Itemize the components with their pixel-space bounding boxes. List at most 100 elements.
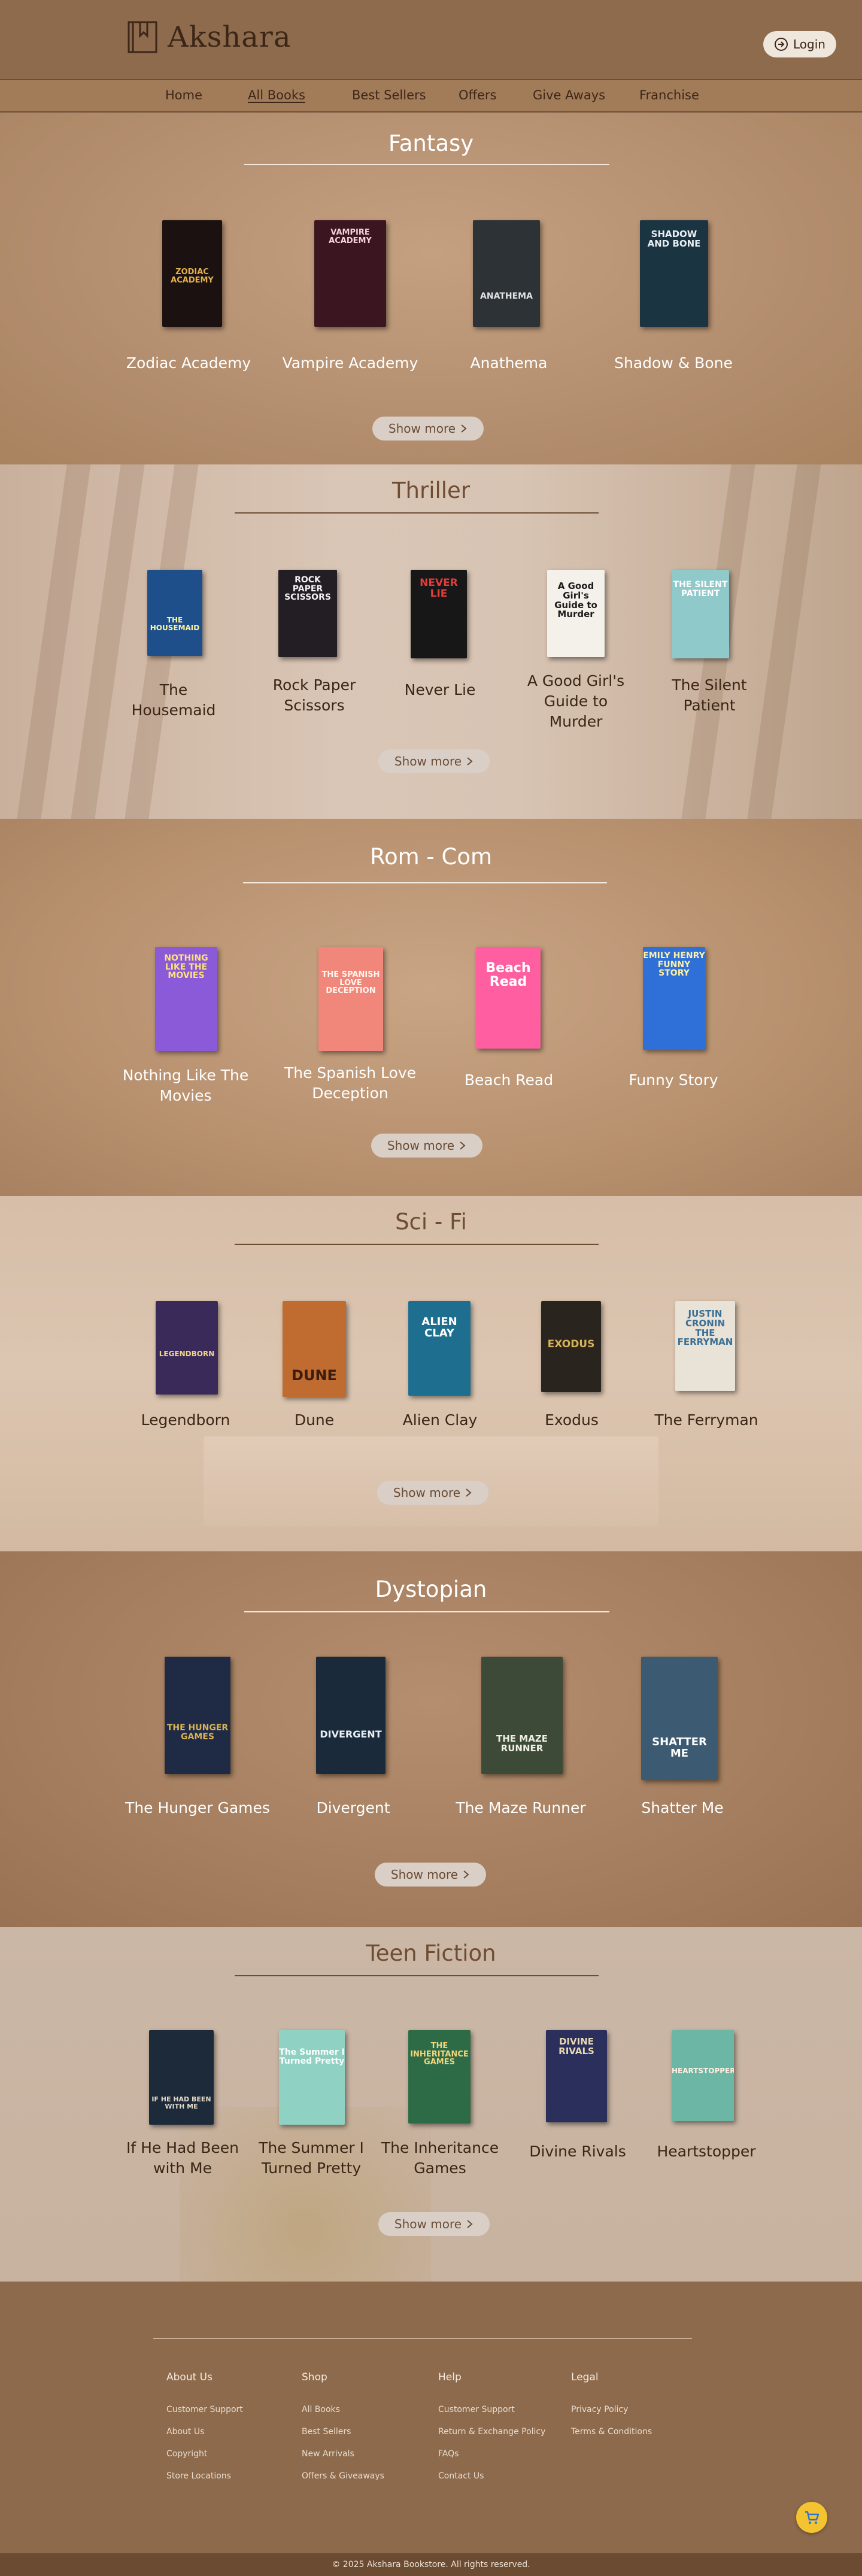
book-title[interactable]: Rock Paper Scissors xyxy=(254,675,374,716)
book-card[interactable]: JUSTIN CRONIN THE FERRYMAN xyxy=(646,1301,766,1391)
book-card[interactable]: HEARTSTOPPER xyxy=(646,2030,766,2121)
footer-link[interactable]: Customer Support xyxy=(438,2405,545,2414)
book-card[interactable]: VAMPIRE ACADEMY xyxy=(278,220,422,327)
book-cover[interactable]: ROCK PAPER SCISSORS xyxy=(278,570,337,657)
book-card[interactable]: DIVINE RIVALS xyxy=(515,2030,641,2122)
book-title[interactable]: Never Lie xyxy=(389,680,491,700)
book-cover[interactable]: ZODIAC ACADEMY xyxy=(162,220,222,327)
book-card[interactable]: THE MAZE RUNNER xyxy=(449,1657,593,1774)
book-card[interactable]: THE HUNGER GAMES xyxy=(123,1657,272,1774)
book-card[interactable]: THE SILENT PATIENT xyxy=(652,570,766,658)
book-title[interactable]: Dune xyxy=(257,1410,371,1430)
footer-link[interactable]: FAQs xyxy=(438,2449,545,2459)
footer-link[interactable]: Terms & Conditions xyxy=(571,2427,652,2437)
footer-link[interactable]: About Us xyxy=(166,2427,243,2437)
book-cover[interactable]: Beach Read xyxy=(476,947,541,1049)
book-cover[interactable]: JUSTIN CRONIN THE FERRYMAN xyxy=(675,1301,735,1391)
book-cover[interactable]: THE SILENT PATIENT xyxy=(672,570,729,658)
book-title[interactable]: The Summer I Turned Pretty xyxy=(251,2138,371,2179)
footer-link[interactable]: Privacy Policy xyxy=(571,2405,652,2414)
book-card[interactable]: DUNE xyxy=(257,1301,371,1397)
brand-logo[interactable]: Akshara xyxy=(127,20,291,54)
book-cover[interactable]: ANATHEMA xyxy=(473,220,540,327)
book-title[interactable]: Exodus xyxy=(515,1410,629,1430)
book-title[interactable]: Shadow & Bone xyxy=(602,353,745,373)
book-title[interactable]: The Silent Patient xyxy=(652,675,766,716)
book-title[interactable]: Shatter Me xyxy=(614,1798,751,1818)
footer-link[interactable]: Contact Us xyxy=(438,2471,545,2481)
book-title[interactable]: The Housemaid xyxy=(120,680,227,721)
show-more-button[interactable]: Show more xyxy=(372,417,484,441)
book-cover[interactable]: NEVER LIE xyxy=(411,570,467,658)
book-title[interactable]: Funny Story xyxy=(605,1070,742,1090)
nav-best-sellers[interactable]: Best Sellers xyxy=(352,88,426,102)
book-cover[interactable]: HEARTSTOPPER xyxy=(672,2030,734,2121)
book-card[interactable]: A Good Girl's Guide to Murder xyxy=(516,570,636,657)
book-cover[interactable]: DUNE xyxy=(283,1301,346,1397)
book-cover[interactable]: EMILY HENRY FUNNY STORY xyxy=(643,947,705,1050)
book-cover[interactable]: VAMPIRE ACADEMY xyxy=(314,220,386,327)
book-cover[interactable]: SHADOW AND BONE xyxy=(640,220,708,327)
cart-button[interactable] xyxy=(796,2502,827,2533)
book-cover[interactable]: THE MAZE RUNNER xyxy=(481,1657,563,1774)
book-cover[interactable]: DIVINE RIVALS xyxy=(546,2030,607,2122)
book-title[interactable]: The Spanish Love Deception xyxy=(281,1063,419,1104)
nav-all-books[interactable]: All Books xyxy=(248,88,305,102)
show-more-button[interactable]: Show more xyxy=(377,1481,488,1505)
book-cover[interactable]: THE HUNGER GAMES xyxy=(165,1657,230,1774)
book-title[interactable]: The Maze Runner xyxy=(449,1798,593,1818)
book-cover[interactable]: The Summer I Turned Pretty xyxy=(279,2030,345,2125)
book-title[interactable]: The Hunger Games xyxy=(123,1798,272,1818)
book-title[interactable]: Zodiac Academy xyxy=(117,353,260,373)
footer-link[interactable]: Copyright xyxy=(166,2449,243,2459)
book-card[interactable]: THE INHERITANCE GAMES xyxy=(377,2030,503,2124)
show-more-button[interactable]: Show more xyxy=(371,1134,482,1158)
footer-link[interactable]: Customer Support xyxy=(166,2405,243,2414)
book-card[interactable]: ANATHEMA xyxy=(437,220,581,327)
book-cover[interactable]: LEGENDBORN xyxy=(156,1301,218,1395)
book-title[interactable]: Legendborn xyxy=(126,1410,245,1430)
book-card[interactable]: ZODIAC ACADEMY xyxy=(117,220,260,327)
book-title[interactable]: If He Had Been with Me xyxy=(117,2138,248,2179)
book-title[interactable]: Anathema xyxy=(437,353,581,373)
book-title[interactable]: Heartstopper xyxy=(646,2141,766,2162)
book-title[interactable]: The Inheritance Games xyxy=(377,2138,503,2179)
book-cover[interactable]: EXODUS xyxy=(541,1301,601,1392)
footer-link[interactable]: Best Sellers xyxy=(302,2427,384,2437)
book-title[interactable]: A Good Girl's Guide to Murder xyxy=(516,671,636,732)
book-card[interactable]: The Summer I Turned Pretty xyxy=(251,2030,371,2125)
show-more-button[interactable]: Show more xyxy=(378,749,490,773)
book-card[interactable]: EMILY HENRY FUNNY STORY xyxy=(605,947,742,1050)
book-title[interactable]: Alien Clay xyxy=(383,1410,497,1430)
book-card[interactable]: DIVERGENT xyxy=(281,1657,425,1774)
book-card[interactable]: ROCK PAPER SCISSORS xyxy=(254,570,374,657)
footer-link[interactable]: All Books xyxy=(302,2405,384,2414)
book-title[interactable]: Divine Rivals xyxy=(515,2141,641,2162)
book-card[interactable]: NOTHING LIKE THE MOVIES xyxy=(117,947,254,1051)
book-title[interactable]: Nothing Like The Movies xyxy=(117,1065,254,1106)
footer-link[interactable]: New Arrivals xyxy=(302,2449,384,2459)
book-card[interactable]: EXODUS xyxy=(515,1301,629,1392)
book-cover[interactable]: IF HE HAD BEEN WITH ME xyxy=(149,2030,214,2125)
book-card[interactable]: Beach Read xyxy=(440,947,578,1049)
book-cover[interactable]: ALIEN CLAY xyxy=(408,1301,471,1396)
book-card[interactable]: IF HE HAD BEEN WITH ME xyxy=(117,2030,248,2125)
book-cover[interactable]: DIVERGENT xyxy=(316,1657,386,1774)
nav-offers[interactable]: Offers xyxy=(459,88,497,102)
nav-give-aways[interactable]: Give Aways xyxy=(533,88,605,102)
nav-home[interactable]: Home xyxy=(165,88,202,102)
show-more-button[interactable]: Show more xyxy=(378,2212,490,2236)
book-title[interactable]: Vampire Academy xyxy=(278,353,422,373)
book-card[interactable]: ALIEN CLAY xyxy=(383,1301,497,1396)
book-cover[interactable]: NOTHING LIKE THE MOVIES xyxy=(155,947,217,1051)
book-card[interactable]: LEGENDBORN xyxy=(126,1301,245,1395)
book-card[interactable]: SHATTER ME xyxy=(614,1657,751,1780)
footer-link[interactable]: Return & Exchange Policy xyxy=(438,2427,545,2437)
book-cover[interactable]: THE HOUSEMAID xyxy=(147,570,202,656)
show-more-button[interactable]: Show more xyxy=(375,1863,486,1887)
book-card[interactable]: THE HOUSEMAID xyxy=(120,570,227,656)
book-card[interactable]: THE SPANISH LOVE DECEPTION xyxy=(281,947,419,1051)
book-cover[interactable]: SHATTER ME xyxy=(641,1657,718,1780)
book-title[interactable]: The Ferryman xyxy=(646,1410,766,1430)
book-card[interactable]: SHADOW AND BONE xyxy=(602,220,745,327)
